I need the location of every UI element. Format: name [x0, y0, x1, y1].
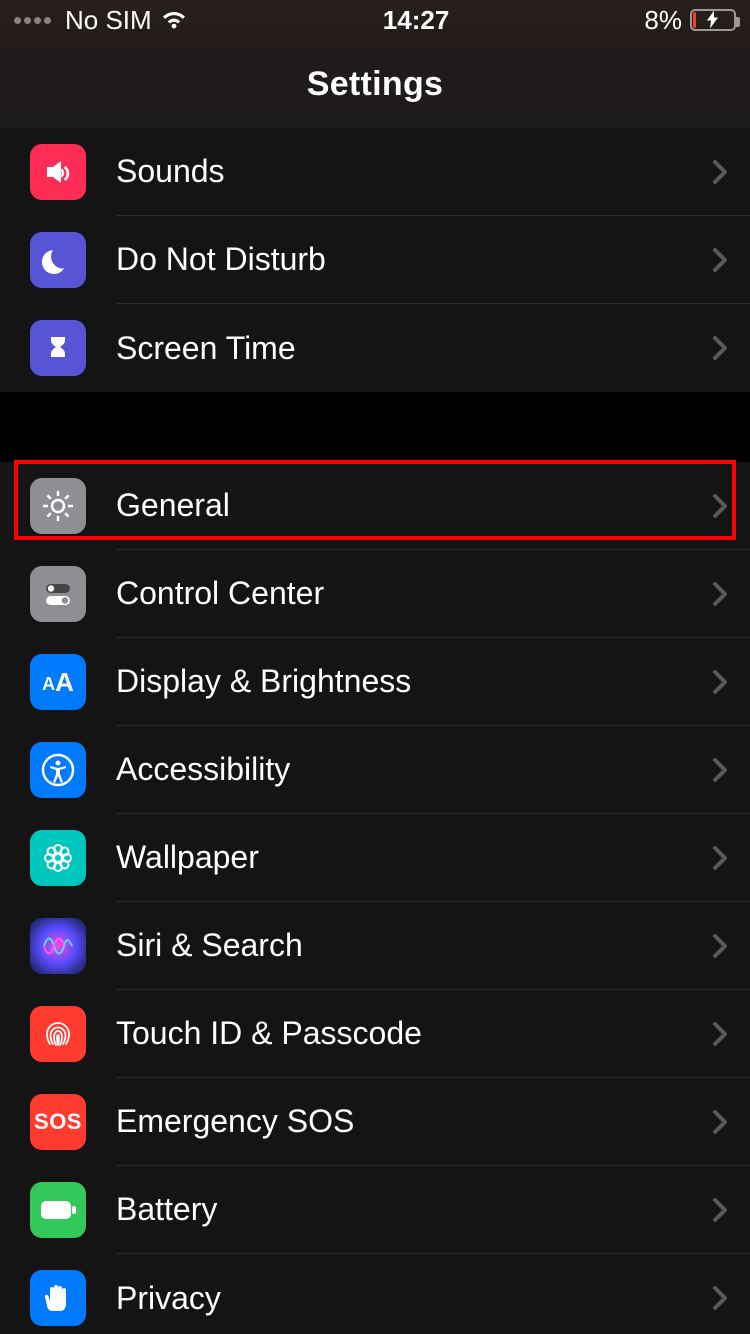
row-display[interactable]: AA Display & Brightness — [0, 638, 750, 726]
chevron-right-icon — [712, 335, 728, 361]
row-sounds[interactable]: Sounds — [0, 128, 750, 216]
chevron-right-icon — [712, 757, 728, 783]
row-battery[interactable]: Battery — [0, 1166, 750, 1254]
row-label: Display & Brightness — [116, 663, 712, 700]
row-siri[interactable]: Siri & Search — [0, 902, 750, 990]
row-sos[interactable]: SOS Emergency SOS — [0, 1078, 750, 1166]
chevron-right-icon — [712, 1021, 728, 1047]
row-label: Sounds — [116, 153, 712, 190]
row-screentime[interactable]: Screen Time — [0, 304, 750, 392]
wifi-icon — [160, 9, 188, 31]
cellular-dots-icon — [14, 17, 51, 24]
row-label: General — [116, 487, 712, 524]
section-gap — [0, 392, 750, 462]
carrier-text: No SIM — [65, 5, 152, 36]
chevron-right-icon — [712, 493, 728, 519]
hourglass-icon — [30, 320, 86, 376]
battery-percent: 8% — [644, 5, 682, 36]
row-general[interactable]: General — [0, 462, 750, 550]
chevron-right-icon — [712, 845, 728, 871]
aa-icon: AA — [30, 654, 86, 710]
row-label: Battery — [116, 1191, 712, 1228]
settings-group-2: General Control Center AA Display & Brig… — [0, 462, 750, 1334]
siri-icon — [30, 918, 86, 974]
page-header: Settings — [0, 40, 750, 128]
row-label: Siri & Search — [116, 927, 712, 964]
flower-icon — [30, 830, 86, 886]
status-bar: No SIM 14:27 8% — [0, 0, 750, 40]
row-label: Wallpaper — [116, 839, 712, 876]
toggles-icon — [30, 566, 86, 622]
chevron-right-icon — [712, 1109, 728, 1135]
row-label: Do Not Disturb — [116, 241, 712, 278]
row-dnd[interactable]: Do Not Disturb — [0, 216, 750, 304]
row-accessibility[interactable]: Accessibility — [0, 726, 750, 814]
hand-icon — [30, 1270, 86, 1326]
row-label: Touch ID & Passcode — [116, 1015, 712, 1052]
row-label: Screen Time — [116, 330, 712, 367]
row-touchid[interactable]: Touch ID & Passcode — [0, 990, 750, 1078]
gear-icon — [30, 478, 86, 534]
row-control-center[interactable]: Control Center — [0, 550, 750, 638]
row-label: Emergency SOS — [116, 1103, 712, 1140]
chevron-right-icon — [712, 1197, 728, 1223]
sound-icon — [30, 144, 86, 200]
chevron-right-icon — [712, 933, 728, 959]
chevron-right-icon — [712, 159, 728, 185]
chevron-right-icon — [712, 1285, 728, 1311]
moon-icon — [30, 232, 86, 288]
sos-icon: SOS — [30, 1094, 86, 1150]
chevron-right-icon — [712, 247, 728, 273]
page-title: Settings — [307, 65, 444, 104]
fingerprint-icon — [30, 1006, 86, 1062]
battery-icon — [690, 9, 736, 31]
clock-time: 14:27 — [188, 5, 645, 36]
battery-icon — [30, 1182, 86, 1238]
row-label: Privacy — [116, 1280, 712, 1317]
chevron-right-icon — [712, 581, 728, 607]
row-wallpaper[interactable]: Wallpaper — [0, 814, 750, 902]
row-privacy[interactable]: Privacy — [0, 1254, 750, 1334]
row-label: Control Center — [116, 575, 712, 612]
chevron-right-icon — [712, 669, 728, 695]
row-label: Accessibility — [116, 751, 712, 788]
accessibility-icon — [30, 742, 86, 798]
settings-group-1: Sounds Do Not Disturb Screen Time — [0, 128, 750, 392]
